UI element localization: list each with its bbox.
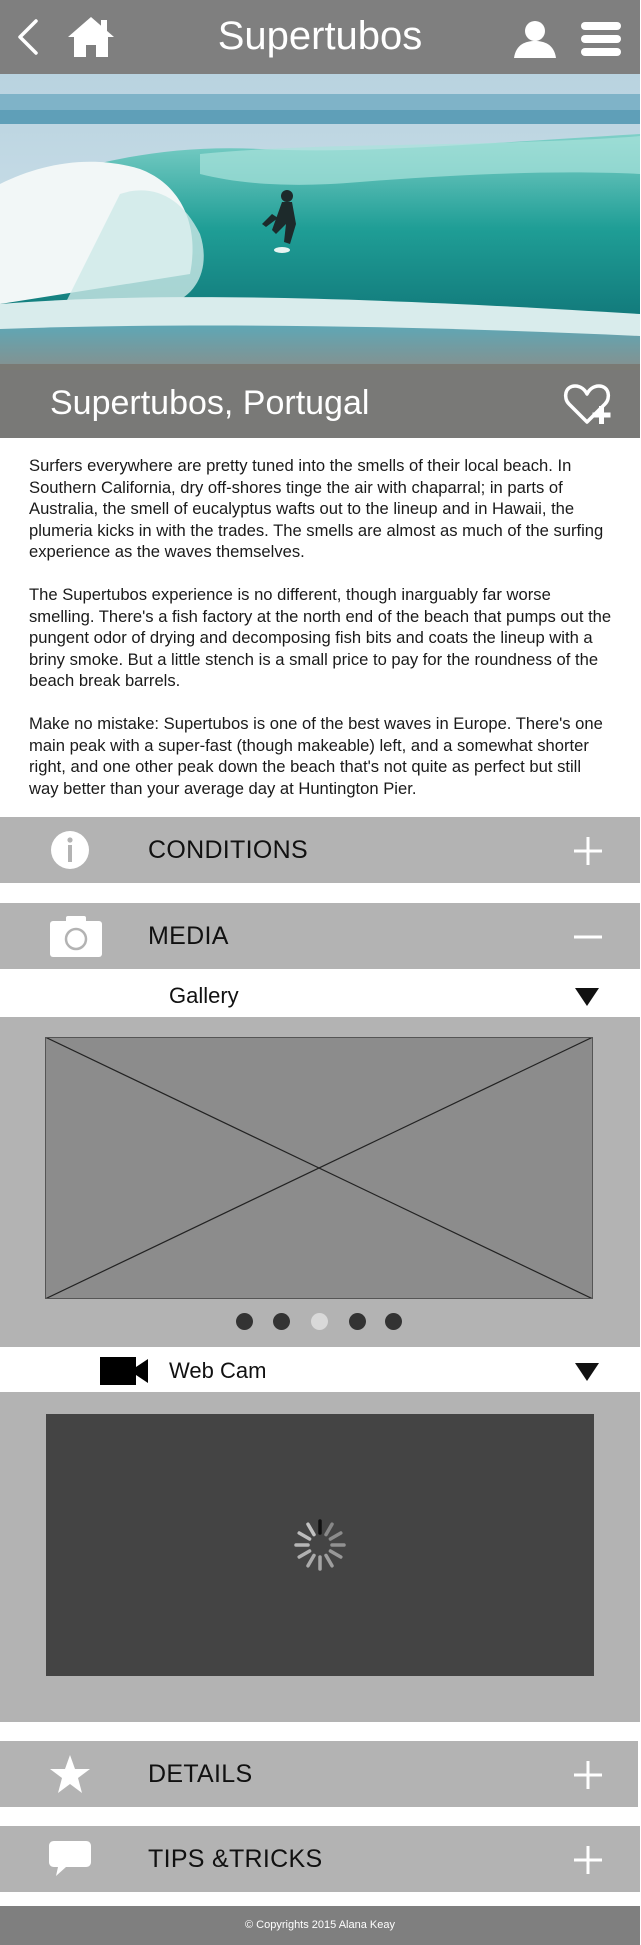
gallery-pagination [236,1313,406,1331]
hamburger-menu-icon [581,22,621,56]
webcam-dropdown[interactable]: Web Cam [0,1347,640,1393]
gallery-label: Gallery [169,983,239,1008]
caret-down-icon [574,1362,600,1382]
menu-button[interactable] [579,20,623,58]
description-paragraph-3: Make no mistake: Supertubos is one of th… [29,713,603,798]
speech-bubble-icon [48,1839,92,1879]
add-to-favorites-button[interactable] [563,380,611,428]
image-placeholder-icon [44,1036,594,1300]
hero-caption-bar: Supertubos, Portugal [0,370,640,438]
video-camera-icon [100,1357,150,1385]
description-paragraph-2: The Supertubos experience is no differen… [29,584,612,691]
gallery-image-placeholder[interactable] [44,1036,594,1300]
gallery-dot-2[interactable] [273,1313,290,1330]
expand-plus-icon[interactable] [572,1759,604,1791]
gallery-dot-3-active[interactable] [311,1313,328,1330]
gallery-dot-4[interactable] [349,1313,366,1330]
tips-label: TIPS &TRICKS [148,1845,323,1873]
expand-plus-icon[interactable] [572,835,604,867]
gallery-dropdown[interactable]: Gallery [0,972,640,1018]
media-section-header[interactable]: MEDIA [0,903,640,969]
gallery-panel [0,1017,640,1347]
spot-description: Surfers everywhere are pretty tuned into… [29,455,614,820]
heart-plus-icon [563,384,611,424]
info-icon [48,830,92,870]
home-button[interactable] [66,15,116,59]
conditions-section-header[interactable]: CONDITIONS [0,817,640,883]
webcam-video-player[interactable] [46,1414,594,1676]
top-navigation-bar: Supertubos [0,0,640,74]
location-title: Supertubos, Portugal [50,384,370,422]
expand-plus-icon[interactable] [572,1844,604,1876]
hero-image: Supertubos, Portugal [0,74,640,438]
webcam-label: Web Cam [169,1358,267,1383]
media-label: MEDIA [148,922,229,950]
page-title: Supertubos [217,14,423,58]
chevron-left-icon [18,19,38,55]
profile-button[interactable] [512,20,558,60]
conditions-label: CONDITIONS [148,836,308,864]
gallery-dot-5[interactable] [385,1313,402,1330]
loading-spinner-icon [294,1519,346,1571]
back-button[interactable] [14,17,44,57]
webcam-panel [0,1392,640,1722]
app-screen: Supertubos Supertubos, Portugal Surfers … [0,0,640,1945]
copyright-text: © Copyrights 2015 Alana Keay [245,1919,395,1931]
user-icon [514,21,556,58]
star-icon [48,1754,92,1794]
description-paragraph-1: Surfers everywhere are pretty tuned into… [29,456,604,562]
caret-down-icon [574,987,600,1007]
gallery-dot-1[interactable] [236,1313,253,1330]
details-section-header[interactable]: DETAILS [0,1741,638,1807]
collapse-minus-icon[interactable] [572,921,604,953]
details-label: DETAILS [148,1760,253,1788]
footer: © Copyrights 2015 Alana Keay [0,1906,640,1945]
home-icon [68,17,114,57]
camera-icon [50,915,102,957]
tips-section-header[interactable]: TIPS &TRICKS [0,1826,640,1892]
